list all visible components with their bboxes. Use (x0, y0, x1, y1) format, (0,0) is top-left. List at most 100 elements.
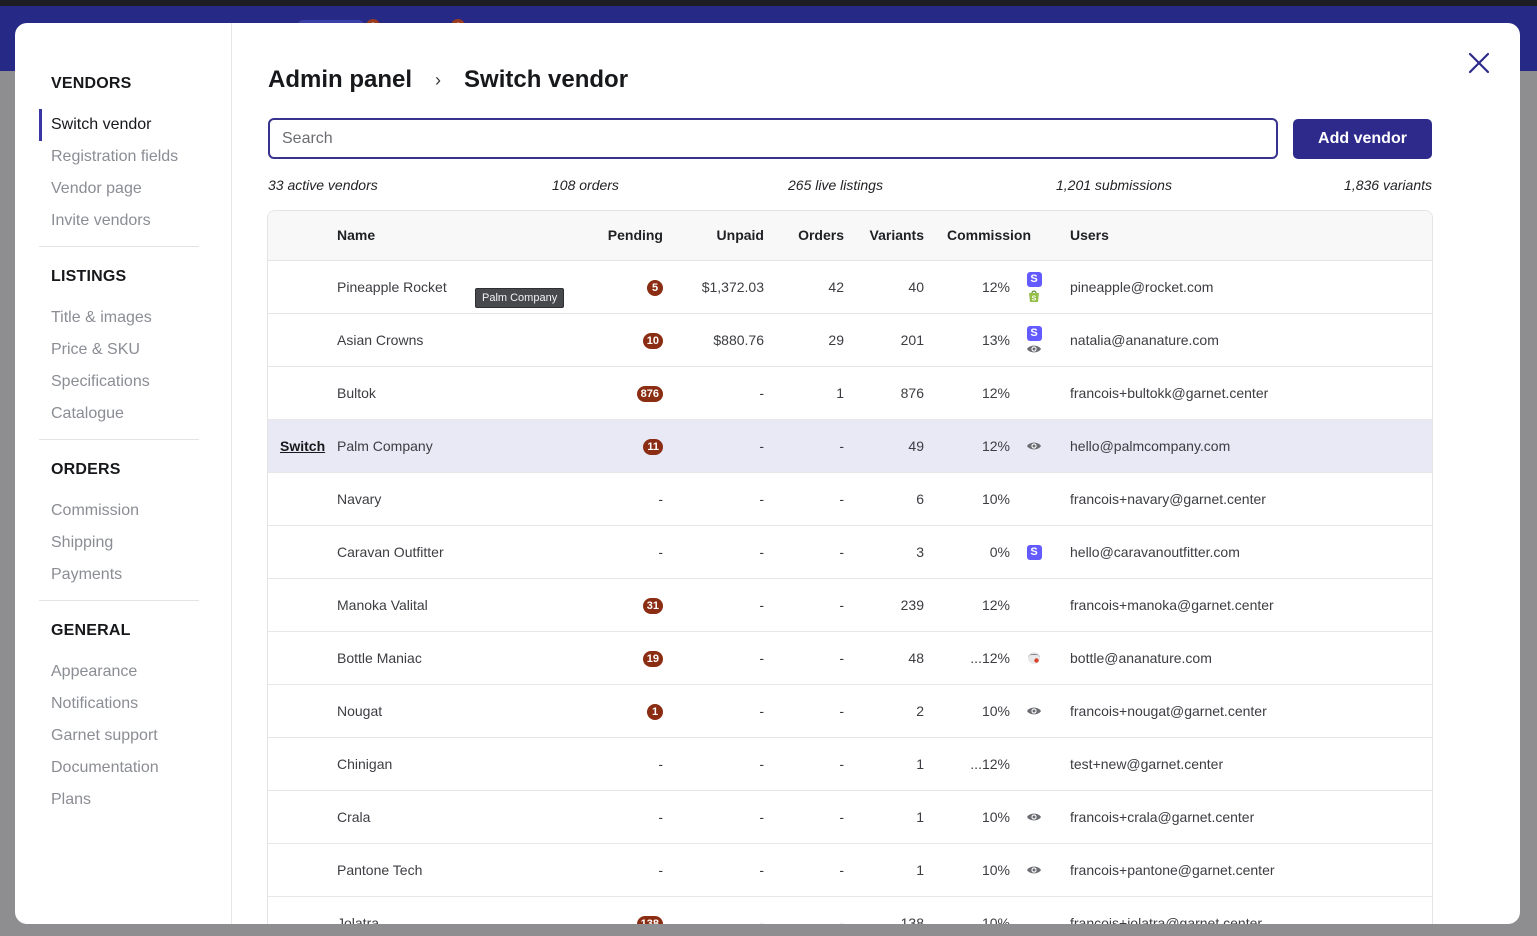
pending-count: - (658, 809, 663, 825)
user-email[interactable]: francois+pantone@garnet.center (1070, 844, 1275, 896)
stat-live-listings: 265 live listings (788, 177, 883, 193)
integration-icons (1026, 685, 1042, 737)
table-row[interactable]: Bultok 876 - 1 876 12% francois+bultokk@garnet… (268, 367, 1432, 420)
unpaid-amount: - (759, 756, 764, 772)
vendor-name[interactable]: Nougat (337, 685, 382, 737)
pending-badge: 11 (643, 439, 663, 456)
user-email[interactable]: francois+crala@garnet.center (1070, 791, 1254, 843)
switch-vendor-link[interactable]: Switch (280, 420, 325, 472)
table-row[interactable]: Asian Crowns 10 $880.76 29 201 13% Snatalia@an… (268, 314, 1432, 367)
vendor-name[interactable]: Crala (337, 791, 370, 843)
orders-count: - (839, 650, 844, 666)
nav-item-registration-fields[interactable]: Registration fields (39, 141, 199, 173)
nav-item-notifications[interactable]: Notifications (39, 688, 199, 720)
column-header-name[interactable]: Name (337, 211, 375, 260)
pending-count: 19 (642, 632, 663, 684)
user-email[interactable]: francois+nougat@garnet.center (1070, 685, 1267, 737)
vendor-name[interactable]: Navary (337, 473, 381, 525)
variants-count: 1 (916, 809, 924, 825)
table-row[interactable]: Bottle Maniac 19 - - 48 ...12% bottle@ananatur… (268, 632, 1432, 685)
pending-count: 138 (636, 897, 663, 924)
vendor-name[interactable]: Chinigan (337, 738, 392, 790)
nav-item-documentation[interactable]: Documentation (39, 752, 199, 784)
nav-item-appearance[interactable]: Appearance (39, 656, 199, 688)
nav-item-vendor-page[interactable]: Vendor page (39, 173, 199, 205)
stat-variants: 1,836 variants (1344, 177, 1432, 193)
orders-count: 29 (828, 332, 844, 348)
chevron-right-icon: › (435, 69, 442, 90)
unpaid-amount: - (759, 438, 764, 454)
column-header-orders[interactable]: Orders (798, 211, 844, 260)
nav-item-shipping[interactable]: Shipping (39, 527, 199, 559)
variants-count: 138 (900, 915, 924, 924)
table-row[interactable]: Manoka Valital 31 - - 239 12% francois+manoka@… (268, 579, 1432, 632)
nav-item-title-images[interactable]: Title & images (39, 302, 199, 334)
nav-item-specifications[interactable]: Specifications (39, 366, 199, 398)
user-email[interactable]: hello@caravanoutfitter.com (1070, 526, 1240, 578)
vendor-name[interactable]: Pantone Tech (337, 844, 422, 896)
pending-count: - (658, 862, 663, 878)
user-email[interactable]: natalia@ananature.com (1070, 314, 1219, 366)
nav-divider (39, 600, 199, 601)
vendor-name[interactable]: Manoka Valital (337, 579, 428, 631)
breadcrumb: Admin panel › Switch vendor (268, 65, 628, 95)
nav-item-plans[interactable]: Plans (39, 784, 199, 816)
vendor-name[interactable]: Bultok (337, 367, 376, 419)
vendor-name[interactable]: Pineapple Rocket (337, 261, 447, 313)
search-input[interactable] (268, 118, 1278, 159)
orders-count: - (839, 756, 844, 772)
breadcrumb-parent[interactable]: Admin panel (268, 66, 412, 94)
orders-count: - (839, 915, 844, 924)
column-header-unpaid[interactable]: Unpaid (717, 211, 764, 260)
column-header-users[interactable]: Users (1070, 211, 1109, 260)
nav-item-catalogue[interactable]: Catalogue (39, 398, 199, 430)
vendor-name[interactable]: Caravan Outfitter (337, 526, 444, 578)
variants-count: 876 (900, 385, 924, 401)
vendor-name[interactable]: Jolatra (337, 897, 379, 924)
vendor-name[interactable]: Bottle Maniac (337, 632, 422, 684)
nav-item-payments[interactable]: Payments (39, 559, 199, 591)
nav-item-price-sku[interactable]: Price & SKU (39, 334, 199, 366)
nav-item-switch-vendor[interactable]: Switch vendor (39, 109, 199, 141)
admin-modal: VENDORS Switch vendor Registration field… (15, 23, 1520, 924)
user-email[interactable]: pineapple@rocket.com (1070, 261, 1213, 313)
table-row[interactable]: Jolatra 138 - - 138 10% francois+jolatra@garne… (268, 897, 1432, 924)
user-email[interactable]: test+new@garnet.center (1070, 738, 1223, 790)
commission-value: 0% (989, 544, 1010, 560)
nav-item-commission[interactable]: Commission (39, 495, 199, 527)
column-header-variants[interactable]: Variants (870, 211, 924, 260)
user-email[interactable]: francois+manoka@garnet.center (1070, 579, 1274, 631)
nav-group-listings: LISTINGS Title & images Price & SKU Spec… (39, 268, 199, 430)
pending-badge: 10 (642, 333, 663, 350)
table-row[interactable]: Pineapple Rocket 5 $1,372.03 42 40 12% S Spinea… (268, 261, 1432, 314)
shopify-icon: S (1027, 289, 1041, 303)
vendor-name[interactable]: Palm Company (337, 420, 433, 472)
table-row[interactable]: Switch Palm Company 11 - - 49 12% hello@palmcom… (268, 420, 1432, 473)
vendor-name[interactable]: Asian Crowns (337, 314, 423, 366)
nav-heading: ORDERS (51, 461, 121, 478)
user-email[interactable]: bottle@ananature.com (1070, 632, 1212, 684)
user-email[interactable]: francois+bultokk@garnet.center (1070, 367, 1268, 419)
nav-item-invite-vendors[interactable]: Invite vendors (39, 205, 199, 237)
table-row[interactable]: Caravan Outfitter - - - 3 0% Shello@caravanout… (268, 526, 1432, 579)
user-email[interactable]: hello@palmcompany.com (1070, 420, 1230, 472)
eye-icon (1026, 705, 1042, 717)
column-header-pending[interactable]: Pending (608, 211, 663, 260)
user-email[interactable]: francois+navary@garnet.center (1070, 473, 1266, 525)
table-row[interactable]: Pantone Tech - - - 1 10% francois+pantone@garn… (268, 844, 1432, 897)
add-vendor-button[interactable]: Add vendor (1293, 119, 1432, 159)
integration-icons (1026, 791, 1042, 843)
nav-item-garnet-support[interactable]: Garnet support (39, 720, 199, 752)
column-header-commission[interactable]: Commission (947, 211, 1031, 260)
table-row[interactable]: Nougat 1 - - 2 10% francois+nougat@garnet.cent… (268, 685, 1432, 738)
integration-icons (1026, 844, 1042, 896)
stat-orders: 108 orders (552, 177, 619, 193)
close-icon[interactable] (1466, 50, 1492, 76)
table-row[interactable]: Navary - - - 6 10% francois+navary@garnet.cent… (268, 473, 1432, 526)
integration-icons (1026, 632, 1042, 684)
main-content: Admin panel › Switch vendor Add vendor 3… (267, 23, 1433, 924)
table-row[interactable]: Crala - - - 1 10% francois+crala@garnet.center (268, 791, 1432, 844)
pending-count: - (658, 544, 663, 560)
user-email[interactable]: francois+jolatra@garnet.center (1070, 897, 1262, 924)
table-row[interactable]: Chinigan - - - 1 ...12% test+new@garnet.center (268, 738, 1432, 791)
